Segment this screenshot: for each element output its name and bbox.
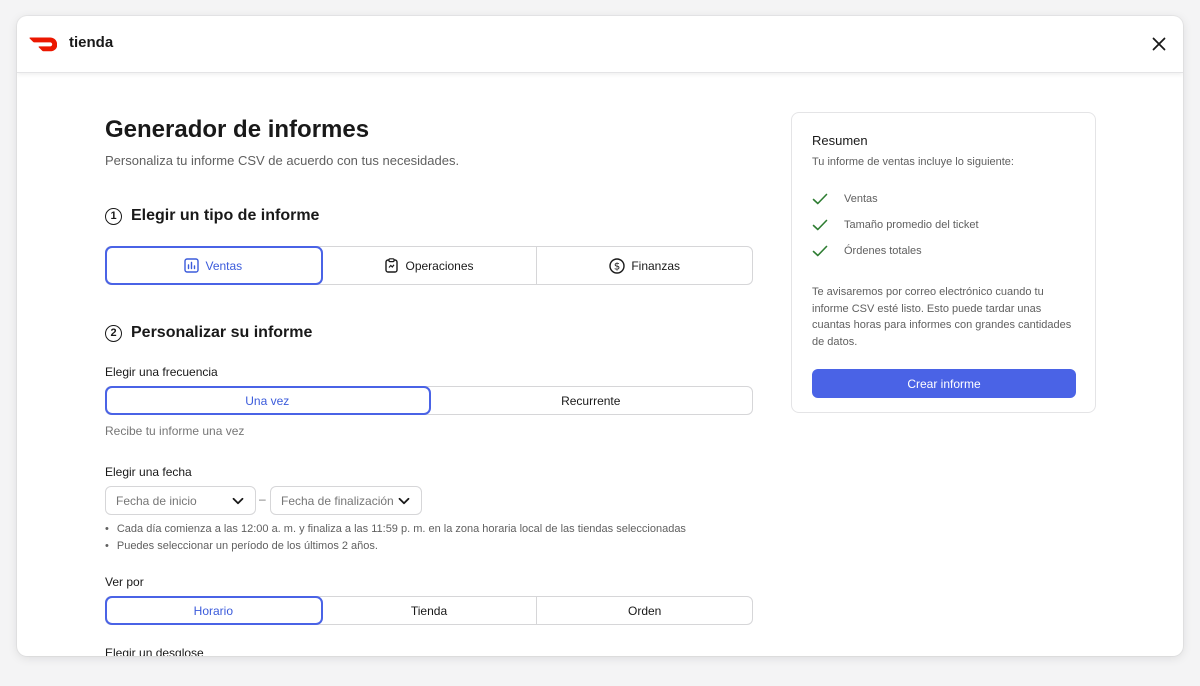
view-by-orden[interactable]: Orden bbox=[537, 597, 752, 624]
step-2-title: Personalizar su informe bbox=[131, 324, 313, 341]
summary-item: Órdenes totales bbox=[812, 238, 1075, 264]
view-by-label: Ver por bbox=[105, 575, 144, 589]
step-2-number: 2 bbox=[105, 324, 122, 342]
step-1-heading: 1 Elegir un tipo de informe bbox=[105, 207, 319, 225]
end-date-dropdown[interactable]: Fecha de finalización bbox=[270, 486, 422, 515]
report-type-ventas-label: Ventas bbox=[205, 258, 243, 273]
date-note: Puedes seleccionar un período de los últ… bbox=[105, 540, 686, 552]
dollar-circle-icon: $ bbox=[609, 257, 626, 274]
summary-item: Tamaño promedio del ticket bbox=[812, 212, 1075, 238]
summary-card: Resumen Tu informe de ventas incluye lo … bbox=[791, 112, 1096, 413]
store-name: tienda bbox=[69, 34, 114, 51]
summary-item-label: Tamaño promedio del ticket bbox=[844, 219, 979, 231]
summary-description: Tu informe de ventas incluye lo siguient… bbox=[812, 156, 1014, 168]
chevron-down-icon bbox=[232, 497, 244, 504]
check-icon bbox=[812, 245, 828, 257]
create-report-button[interactable]: Crear informe bbox=[812, 369, 1076, 398]
date-notes: Cada día comienza a las 12:00 a. m. y fi… bbox=[105, 523, 686, 557]
report-builder-window: tienda Generador de informes Personaliza… bbox=[17, 16, 1183, 656]
frequency-label: Elegir una frecuencia bbox=[105, 365, 218, 379]
top-bar: tienda bbox=[17, 16, 1183, 73]
check-icon bbox=[812, 193, 828, 205]
step-2-heading: 2 Personalizar su informe bbox=[105, 324, 312, 342]
page-title: Generador de informes bbox=[105, 116, 370, 143]
report-type-operaciones[interactable]: Operaciones bbox=[322, 247, 538, 284]
frequency-recurrente[interactable]: Recurrente bbox=[430, 387, 753, 414]
page-subtitle: Personaliza tu informe CSV de acuerdo co… bbox=[105, 153, 460, 168]
date-label: Elegir una fecha bbox=[105, 465, 192, 479]
summary-title: Resumen bbox=[812, 133, 868, 148]
clipboard-icon bbox=[385, 258, 399, 273]
start-date-dropdown[interactable]: Fecha de inicio bbox=[105, 486, 256, 515]
doordash-logo-icon bbox=[29, 37, 57, 52]
check-icon bbox=[812, 219, 828, 231]
summary-item: Ventas bbox=[812, 186, 1075, 212]
page-header: Generador de informes Personaliza tu inf… bbox=[105, 116, 753, 168]
breakdown-label: Elegir un desglose bbox=[105, 646, 204, 656]
frequency-hint: Recibe tu informe una vez bbox=[105, 424, 245, 438]
end-date-placeholder: Fecha de finalización bbox=[281, 493, 394, 508]
report-type-finanzas[interactable]: $ Finanzas bbox=[537, 247, 752, 284]
close-icon[interactable] bbox=[1149, 34, 1169, 54]
report-type-ventas[interactable]: Ventas bbox=[105, 246, 323, 285]
frequency-una-vez[interactable]: Una vez bbox=[105, 386, 431, 415]
step-1-title: Elegir un tipo de informe bbox=[131, 207, 320, 224]
step-1-number: 1 bbox=[105, 207, 122, 225]
report-type-selector: Ventas Operaciones $ Finanzas bbox=[105, 246, 753, 285]
date-separator: – bbox=[259, 492, 266, 506]
summary-items: Ventas Tamaño promedio del ticket Órdene… bbox=[812, 186, 1075, 264]
chevron-down-icon bbox=[398, 497, 410, 504]
report-type-finanzas-label: Finanzas bbox=[631, 258, 681, 273]
report-type-operaciones-label: Operaciones bbox=[405, 258, 474, 273]
summary-note: Te avisaremos por correo electrónico cua… bbox=[812, 286, 1072, 348]
view-by-horario[interactable]: Horario bbox=[105, 596, 323, 625]
summary-item-label: Ventas bbox=[844, 193, 878, 205]
svg-text:$: $ bbox=[614, 261, 620, 272]
start-date-placeholder: Fecha de inicio bbox=[116, 493, 197, 508]
bar-chart-icon bbox=[184, 258, 200, 273]
date-note: Cada día comienza a las 12:00 a. m. y fi… bbox=[105, 523, 686, 535]
summary-item-label: Órdenes totales bbox=[844, 245, 922, 257]
view-by-tienda[interactable]: Tienda bbox=[322, 597, 538, 624]
view-by-selector: Horario Tienda Orden bbox=[105, 596, 753, 625]
frequency-selector: Una vez Recurrente bbox=[105, 386, 753, 415]
